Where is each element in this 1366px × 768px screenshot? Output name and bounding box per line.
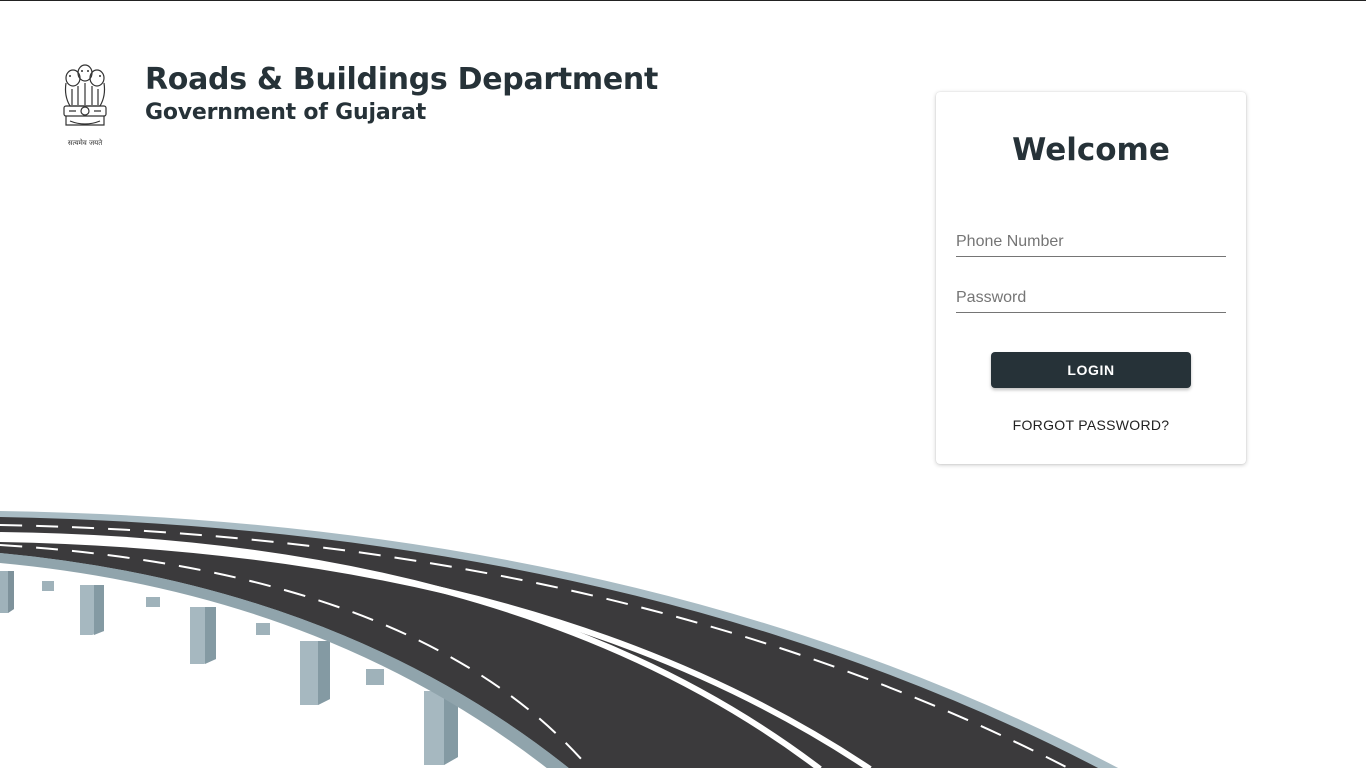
- forgot-password-link[interactable]: FORGOT PASSWORD?: [936, 417, 1246, 433]
- flyover-road-illustration: [0, 511, 1119, 768]
- state-emblem-icon: सत्यमेव जयते: [63, 64, 107, 147]
- login-page: सत्यमेव जयते Roads & Buildings Departmen…: [0, 0, 1366, 768]
- password-input[interactable]: [956, 283, 1226, 313]
- phone-number-input[interactable]: [956, 227, 1226, 257]
- government-subtitle: Government of Gujarat: [145, 100, 427, 125]
- login-card: Welcome LOGIN FORGOT PASSWORD?: [936, 92, 1246, 464]
- emblem-motto: सत्यमेव जयते: [68, 138, 103, 147]
- department-title: Roads & Buildings Department: [145, 62, 659, 97]
- welcome-heading: Welcome: [1012, 132, 1170, 168]
- login-button[interactable]: LOGIN: [991, 352, 1191, 388]
- header-titles: Roads & Buildings Department Government …: [145, 61, 658, 127]
